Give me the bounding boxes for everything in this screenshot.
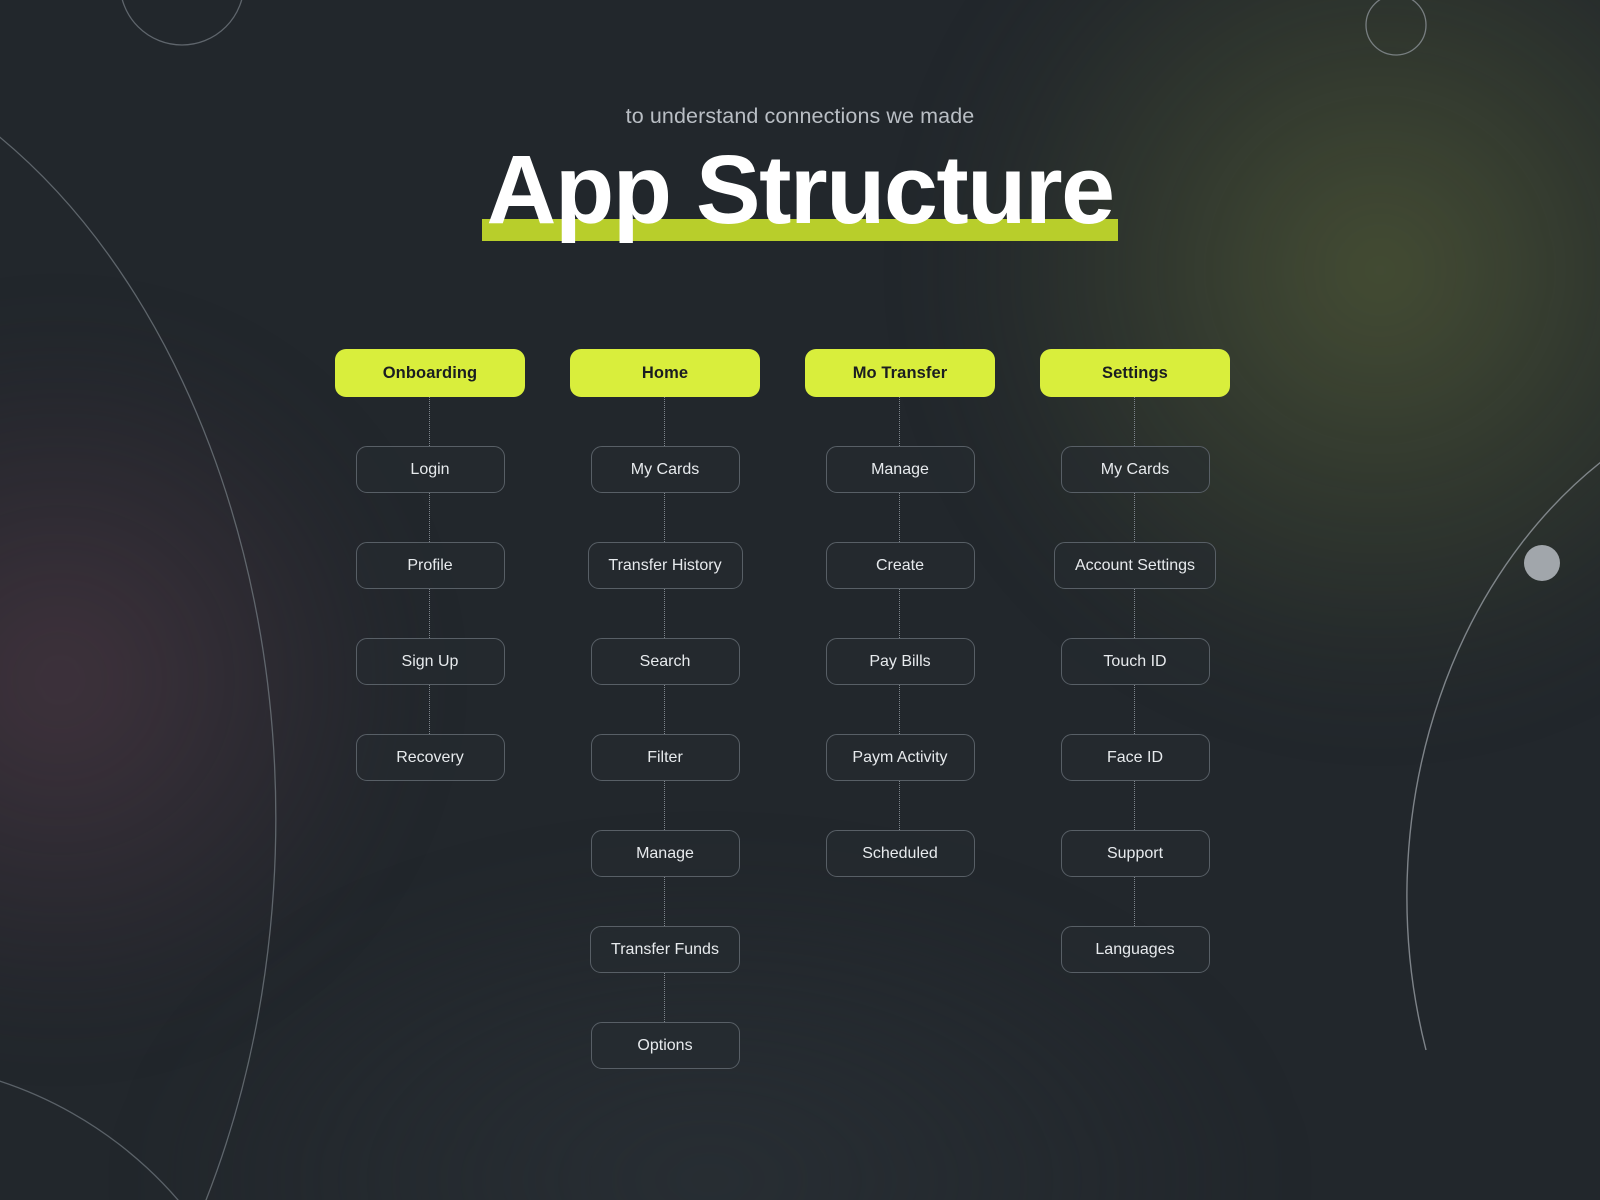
column-header-settings[interactable]: Settings (1040, 349, 1230, 397)
connector-line (899, 781, 901, 830)
diagram-column: Home My Cards Transfer History Search Filter… (570, 349, 760, 1069)
page-title: App Structure (486, 135, 1115, 244)
node-pay-bills[interactable]: Pay Bills (825, 638, 975, 685)
connector-line (664, 493, 666, 542)
title-wrapper: App Structure (482, 135, 1118, 254)
page-header: to understand connections we made App St… (0, 0, 1600, 254)
node-touch-id[interactable]: Touch ID (1060, 638, 1210, 685)
column-header-onboarding[interactable]: Onboarding (335, 349, 525, 397)
node-manage[interactable]: Manage (590, 830, 740, 877)
connector-line (1134, 781, 1136, 830)
diagram-column: Settings My Cards Account Settings Touch ID… (1040, 349, 1230, 973)
orbit-dot (1524, 545, 1560, 581)
app-structure-diagram: Onboarding Login Profile Sign Up Recovery Hom… (335, 349, 1235, 1069)
column-header-home[interactable]: Home (570, 349, 760, 397)
connector-line (1134, 589, 1136, 638)
node-transfer-history[interactable]: Transfer History (587, 542, 743, 589)
node-login[interactable]: Login (355, 446, 505, 493)
diagram-column: Onboarding Login Profile Sign Up Recovery (335, 349, 525, 781)
diagram-column: Mo Transfer Manage Create Pay Bills Paym Act… (805, 349, 995, 877)
connector-line (899, 685, 901, 734)
arc-left (0, 136, 277, 1200)
connector-line (1134, 685, 1136, 734)
connector-line (664, 589, 666, 638)
node-create[interactable]: Create (825, 542, 975, 589)
node-manage[interactable]: Manage (825, 446, 975, 493)
node-transfer-funds[interactable]: Transfer Funds (590, 926, 740, 973)
connector-line (429, 397, 431, 446)
connector-line (664, 685, 666, 734)
connector-line (429, 493, 431, 542)
node-recovery[interactable]: Recovery (355, 734, 505, 781)
node-my-cards[interactable]: My Cards (590, 446, 740, 493)
arc-right (1406, 461, 1600, 1051)
connector-line (1134, 877, 1136, 926)
connector-line (899, 397, 901, 446)
node-filter[interactable]: Filter (590, 734, 740, 781)
connector-line (1134, 397, 1136, 446)
node-scheduled[interactable]: Scheduled (825, 830, 975, 877)
arc-bottom-left-2 (0, 1080, 179, 1200)
connector-line (429, 589, 431, 638)
node-paym-activity[interactable]: Paym Activity (825, 734, 975, 781)
connector-line (899, 493, 901, 542)
node-search[interactable]: Search (590, 638, 740, 685)
node-sign-up[interactable]: Sign Up (355, 638, 505, 685)
connector-line (1134, 493, 1136, 542)
node-my-cards[interactable]: My Cards (1060, 446, 1210, 493)
eyebrow-text: to understand connections we made (625, 104, 975, 128)
node-face-id[interactable]: Face ID (1060, 734, 1210, 781)
column-header-mo-transfer[interactable]: Mo Transfer (805, 349, 995, 397)
node-account-settings[interactable]: Account Settings (1054, 542, 1216, 589)
node-options[interactable]: Options (590, 1022, 740, 1069)
connector-line (664, 877, 666, 926)
connector-line (429, 685, 431, 734)
connector-line (899, 589, 901, 638)
node-profile[interactable]: Profile (355, 542, 505, 589)
node-support[interactable]: Support (1060, 830, 1210, 877)
connector-line (664, 973, 666, 1022)
connector-line (664, 397, 666, 446)
node-languages[interactable]: Languages (1060, 926, 1210, 973)
connector-line (664, 781, 666, 830)
